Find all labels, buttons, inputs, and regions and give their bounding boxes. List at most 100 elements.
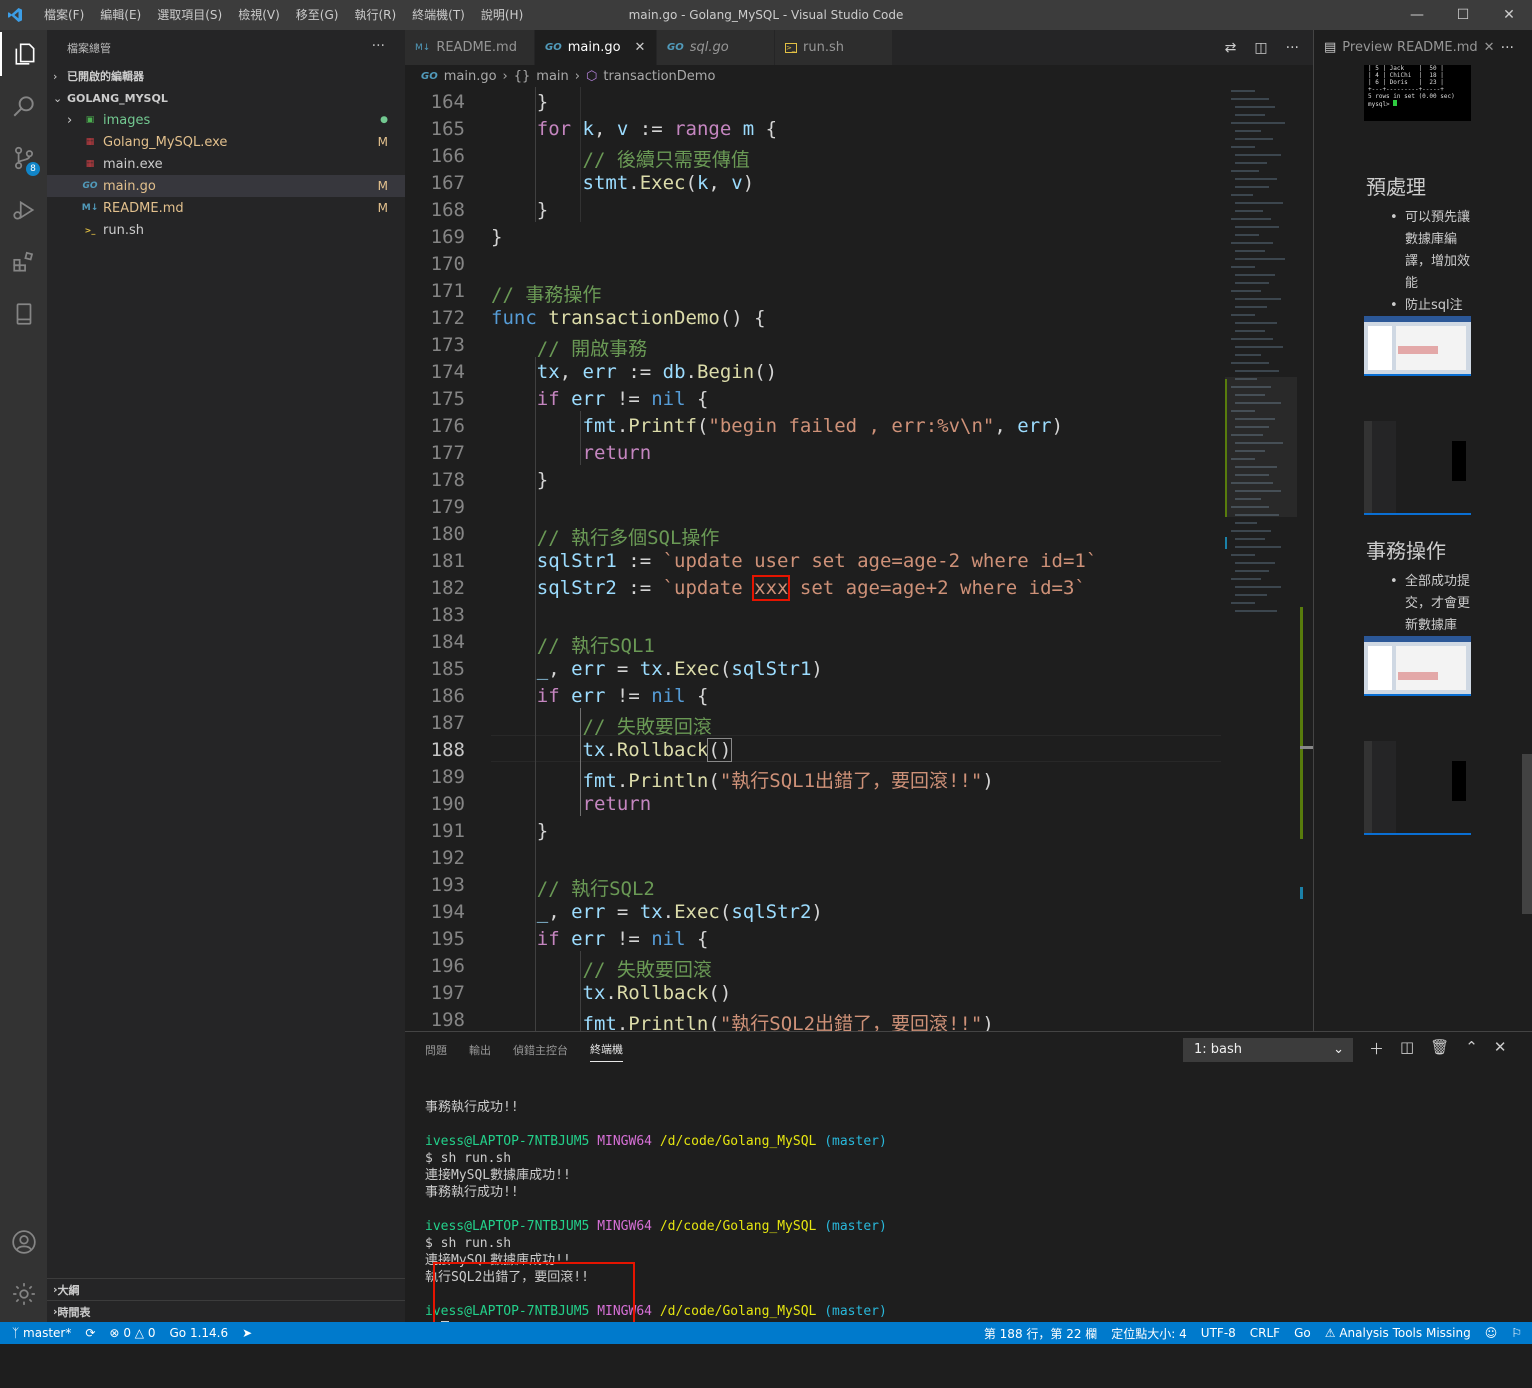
code-line: _, err = tx.Exec(sqlStr1)	[536, 658, 823, 680]
close-tab-icon[interactable]: ✕	[1484, 40, 1495, 55]
tab-sql-go[interactable]: GO sql.go	[657, 30, 775, 65]
markdown-preview: ▤ Preview README.md ✕ ··· | 5 | Jack | 5…	[1313, 30, 1532, 1031]
line-number: 171	[430, 280, 465, 302]
open-changes-icon[interactable]: ⇄	[1225, 40, 1237, 56]
run-debug-icon[interactable]	[0, 188, 47, 232]
folder-section[interactable]: ⌄ GOLANG_MYSQL	[47, 87, 405, 109]
minimap[interactable]	[1225, 87, 1297, 1031]
menu-file[interactable]: 檔案(F)	[36, 0, 92, 30]
menu-bar: 檔案(F) 編輯(E) 選取項目(S) 檢視(V) 移至(G) 執行(R) 終端…	[36, 0, 531, 30]
breadcrumb-file[interactable]: main.go	[444, 69, 497, 84]
prompt-system: MINGW64	[597, 1134, 652, 1149]
indentation[interactable]: 定位點大小: 4	[1111, 1325, 1187, 1342]
status-badge: M	[377, 201, 388, 215]
tab-debug-console[interactable]: 偵錯主控台	[513, 1042, 568, 1058]
code-line: sqlStr2 := `update xxx set age=age+2 whe…	[536, 575, 1086, 601]
search-icon[interactable]	[0, 84, 47, 128]
notifications-bell-icon[interactable]: ⚐	[1511, 1326, 1522, 1340]
problems-status[interactable]: ⊗ 0 △ 0	[109, 1326, 155, 1340]
tree-item-readme[interactable]: M↓ README.md M	[47, 197, 405, 219]
chevron-right-icon: ›	[574, 68, 580, 84]
open-editors-section[interactable]: › 已開啟的編輯器	[47, 65, 405, 87]
line-number: 170	[430, 253, 465, 275]
tree-item-main-exe[interactable]: ▦ main.exe	[47, 153, 405, 175]
minimize-icon[interactable]: —	[1394, 0, 1440, 30]
menu-run[interactable]: 執行(R)	[346, 0, 404, 30]
terminal-line: $ sh run.sh	[425, 1151, 512, 1166]
editor-actions: ⇄ ◫ ···	[1225, 30, 1299, 65]
menu-terminal[interactable]: 終端機(T)	[404, 0, 473, 30]
menu-view[interactable]: 檢視(V)	[230, 0, 288, 30]
branch-status[interactable]: ᛉ master*	[12, 1326, 71, 1340]
analysis-tools-status[interactable]: ⚠ Analysis Tools Missing	[1325, 1326, 1471, 1340]
menu-edit[interactable]: 編輯(E)	[92, 0, 149, 30]
tree-item-images[interactable]: › ▣ images ●	[47, 109, 405, 131]
tree-item-label: images	[103, 112, 151, 128]
go-file-icon: GO	[82, 181, 98, 191]
tab-problems[interactable]: 問題	[425, 1042, 447, 1058]
extensions-icon[interactable]	[0, 240, 47, 284]
line-number: 164	[430, 91, 465, 113]
close-window-icon[interactable]: ✕	[1486, 0, 1532, 30]
cursor-position[interactable]: 第 188 行，第 22 欄	[984, 1325, 1097, 1342]
tree-item-main-go[interactable]: GO main.go M	[47, 175, 405, 197]
code-line: tx.Rollback()	[582, 982, 732, 1004]
terminal-select[interactable]: 1: bash ⌄	[1183, 1038, 1353, 1062]
line-number: 193	[430, 874, 465, 896]
tree-item-label: run.sh	[103, 222, 144, 238]
line-number: 190	[430, 793, 465, 815]
close-panel-icon[interactable]: ✕	[1494, 1038, 1507, 1059]
more-actions-icon[interactable]: ···	[1501, 40, 1514, 56]
tab-terminal[interactable]: 終端機	[590, 1037, 623, 1062]
tree-item-run-sh[interactable]: >_ run.sh	[47, 219, 405, 241]
settings-gear-icon[interactable]	[0, 1272, 47, 1316]
markdown-file-icon: M↓	[81, 203, 99, 213]
breadcrumb-function[interactable]: transactionDemo	[603, 69, 715, 84]
prompt-system: MINGW64	[597, 1219, 652, 1234]
tab-main-go[interactable]: GO main.go ✕	[535, 30, 657, 65]
more-actions-icon[interactable]: ···	[1286, 40, 1299, 56]
more-actions-icon[interactable]: ···	[372, 38, 385, 54]
tab-readme[interactable]: M↓ README.md	[405, 30, 535, 65]
outline-section[interactable]: › 大綱	[47, 1278, 405, 1300]
remote-explorer-icon[interactable]	[0, 292, 47, 336]
sync-icon[interactable]: ⟳	[85, 1326, 95, 1340]
chevron-up-icon[interactable]: ⌃	[1465, 1038, 1478, 1059]
tab-run-sh[interactable]: >_ run.sh	[775, 30, 893, 65]
language-mode[interactable]: Go	[1294, 1326, 1311, 1340]
preview-scrollbar-thumb[interactable]	[1522, 754, 1532, 914]
close-tab-icon[interactable]: ✕	[635, 40, 646, 55]
source-control-icon[interactable]: 8	[0, 136, 47, 180]
add-terminal-icon[interactable]: ＋	[1369, 1038, 1384, 1059]
code-editor[interactable]: 164 } 165 for k, v := range m { 166 // 後…	[405, 87, 1225, 1031]
code-line: // 執行SQL1	[536, 635, 655, 657]
shell-file-icon: >_	[84, 225, 96, 235]
screenshot-thumbnail	[1364, 316, 1471, 376]
list-item: 全部成功提交，才會更新數據庫	[1390, 571, 1470, 637]
vertical-scrollbar[interactable]	[1300, 87, 1313, 1031]
tree-item-golang-mysql-exe[interactable]: ▦ Golang_MySQL.exe M	[47, 131, 405, 153]
explorer-icon[interactable]	[0, 32, 47, 76]
maximize-icon[interactable]: ☐	[1440, 0, 1486, 30]
prompt-user: ivess@LAPTOP-7NTBJUM5	[425, 1219, 590, 1234]
menu-help[interactable]: 說明(H)	[473, 0, 531, 30]
trash-icon[interactable]: 🗑	[1430, 1038, 1449, 1059]
account-icon[interactable]	[0, 1220, 47, 1264]
tab-preview-readme[interactable]: ▤ Preview README.md ✕ ···	[1314, 30, 1532, 65]
split-terminal-icon[interactable]: ◫	[1400, 1038, 1414, 1059]
timeline-section[interactable]: › 時間表	[47, 1300, 405, 1322]
encoding[interactable]: UTF-8	[1201, 1326, 1236, 1340]
live-share-icon[interactable]: ➤	[242, 1326, 252, 1340]
tab-output[interactable]: 輸出	[469, 1042, 491, 1058]
line-number: 196	[430, 955, 465, 977]
go-version[interactable]: Go 1.14.6	[169, 1326, 228, 1340]
line-ending[interactable]: CRLF	[1250, 1326, 1280, 1340]
feedback-icon[interactable]: ☺	[1485, 1326, 1498, 1340]
line-number: 172	[430, 307, 465, 329]
breadcrumb-package[interactable]: main	[536, 69, 568, 84]
menu-selection[interactable]: 選取項目(S)	[149, 0, 230, 30]
menu-go[interactable]: 移至(G)	[288, 0, 347, 30]
chevron-down-icon: ⌄	[53, 91, 63, 105]
prompt-path: /d/code/Golang_MySQL	[659, 1304, 817, 1319]
split-editor-icon[interactable]: ◫	[1254, 40, 1267, 56]
